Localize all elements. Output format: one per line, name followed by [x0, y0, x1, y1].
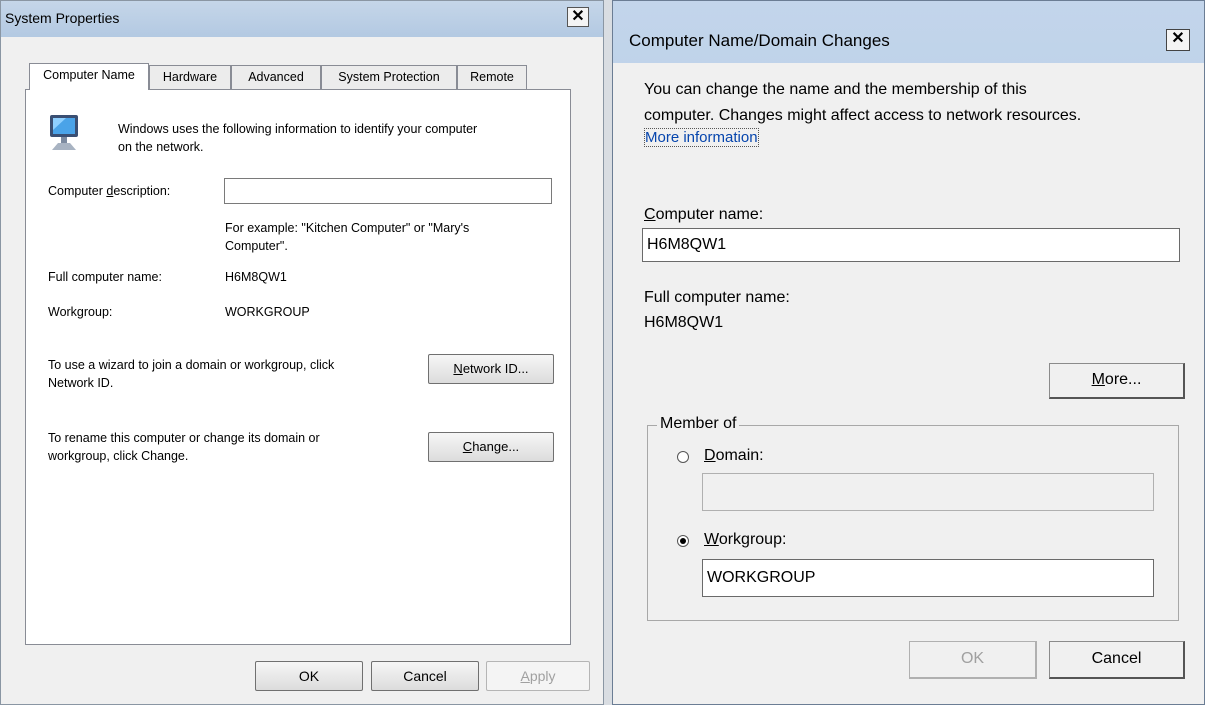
close-button[interactable]: ✕: [567, 7, 589, 27]
more-button[interactable]: More...: [1049, 363, 1185, 399]
ok-button[interactable]: OK: [909, 641, 1037, 679]
computer-name-label: Computer name:: [644, 206, 764, 223]
apply-button[interactable]: Apply: [486, 661, 590, 691]
close-icon: ✕: [1171, 30, 1185, 47]
wizard-text-line2: Network ID.: [48, 376, 114, 390]
radio-selected-dot: [680, 538, 686, 544]
change-button[interactable]: Change...: [428, 432, 554, 462]
cancel-button[interactable]: Cancel: [1049, 641, 1185, 679]
workgroup-value: WORKGROUP: [225, 305, 310, 319]
window-title: System Properties: [5, 10, 120, 26]
domain-input[interactable]: [702, 473, 1154, 511]
workgroup-radio[interactable]: [677, 535, 689, 547]
wizard-text-line1: To use a wizard to join a domain or work…: [48, 358, 335, 372]
tab-hardware[interactable]: Hardware: [149, 65, 231, 89]
workgroup-label: Workgroup:: [704, 531, 787, 548]
tab-computer-name[interactable]: Computer Name: [29, 63, 149, 90]
intro-text-line1: You can change the name and the membersh…: [644, 81, 1027, 98]
computer-monitor-icon: [50, 115, 78, 150]
close-button[interactable]: ✕: [1166, 29, 1190, 51]
network-id-button[interactable]: Network ID...: [428, 354, 554, 384]
more-information-link[interactable]: More information: [644, 128, 759, 147]
computer-description-label: Computer description:: [48, 184, 171, 198]
computer-name-panel: Windows uses the following information t…: [25, 89, 571, 645]
tab-system-protection[interactable]: System Protection: [321, 65, 457, 89]
title-bar: System Properties ✕: [1, 1, 603, 37]
workgroup-label: Workgroup:: [48, 305, 113, 319]
intro-text-line2: on the network.: [118, 140, 204, 154]
example-text-line2: Computer".: [225, 239, 288, 253]
rename-text-line1: To rename this computer or change its do…: [48, 431, 320, 445]
system-properties-window: System Properties ✕ Computer Name Hardwa…: [0, 0, 604, 705]
tab-remote[interactable]: Remote: [457, 65, 527, 89]
computer-description-input[interactable]: [224, 178, 552, 204]
close-icon: ✕: [571, 8, 585, 25]
computer-name-input[interactable]: H6M8QW1: [642, 228, 1180, 262]
full-computer-name-label: Full computer name:: [48, 270, 162, 284]
domain-radio[interactable]: [677, 451, 689, 463]
workgroup-input[interactable]: WORKGROUP: [702, 559, 1154, 597]
domain-label: Domain:: [704, 447, 764, 464]
intro-text-line2: computer. Changes might affect access to…: [644, 107, 1082, 124]
example-text-line1: For example: "Kitchen Computer" or "Mary…: [225, 221, 470, 235]
cancel-button[interactable]: Cancel: [371, 661, 479, 691]
member-of-label: Member of: [657, 415, 740, 433]
window-title: Computer Name/Domain Changes: [629, 31, 890, 50]
full-computer-name-label: Full computer name:: [644, 289, 790, 306]
intro-text-line1: Windows uses the following information t…: [118, 122, 478, 136]
ok-button[interactable]: OK: [255, 661, 363, 691]
full-computer-name-value: H6M8QW1: [644, 314, 724, 331]
full-computer-name-value: H6M8QW1: [225, 270, 287, 284]
rename-text-line2: workgroup, click Change.: [48, 449, 189, 463]
computer-name-changes-window: Computer Name/Domain Changes ✕ You can c…: [612, 0, 1205, 705]
tab-advanced[interactable]: Advanced: [231, 65, 321, 89]
